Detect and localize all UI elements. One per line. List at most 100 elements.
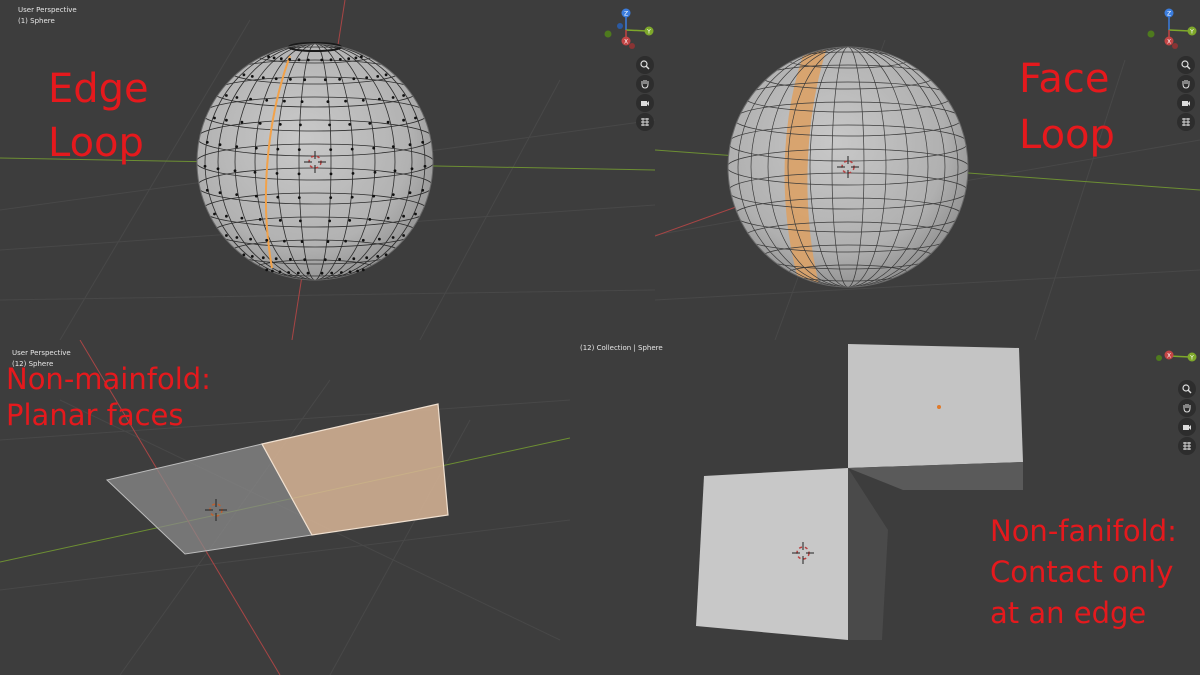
vertex-dot — [218, 191, 222, 195]
navigation-gizmo[interactable]: X Y — [1155, 342, 1199, 372]
vertex-dot — [368, 218, 372, 221]
vertex-dot — [250, 75, 254, 78]
vertex-dot — [276, 147, 280, 151]
hand-icon[interactable] — [1177, 75, 1195, 93]
annotation-line-1: Face — [1019, 56, 1110, 102]
view-mode-label: User Perspective — [12, 349, 71, 357]
vertex-dot — [233, 169, 237, 173]
vertex-dot — [410, 167, 414, 171]
vertex-dot — [344, 99, 347, 103]
vertex-dot — [338, 58, 342, 61]
vertex-dot — [402, 118, 405, 122]
vertex-dot — [242, 253, 246, 257]
vertex-dot — [297, 58, 301, 62]
vertex-dot — [356, 269, 359, 273]
viewport-scene[interactable] — [655, 0, 1200, 340]
vertex-dot — [278, 219, 282, 222]
vertex-dot — [240, 216, 244, 220]
vertex-dot — [408, 143, 412, 147]
camera-icon[interactable] — [1178, 418, 1196, 436]
vertex-dot — [323, 258, 327, 262]
hand-icon[interactable] — [1178, 399, 1196, 417]
vertex-dot — [378, 97, 381, 101]
vertex-dot — [391, 193, 395, 197]
navigation-gizmo[interactable]: Z Y X — [1145, 6, 1197, 50]
vertex-dot — [365, 76, 369, 80]
sphere-mesh — [727, 46, 969, 288]
vertex-dot — [344, 239, 347, 243]
viewport-scene[interactable] — [0, 0, 655, 340]
y-axis-label: Y — [1189, 355, 1194, 362]
vertex-dot — [272, 56, 276, 60]
annotation-line-1: Non-fanifold: — [990, 514, 1177, 548]
vertex-dot — [320, 58, 324, 62]
vertex-dot — [213, 212, 216, 216]
viewport-face-loop[interactable]: Face Loop Z Y X — [655, 0, 1200, 340]
vertex-dot — [297, 148, 301, 152]
vertex-dot — [278, 123, 282, 126]
vertex-dot — [350, 195, 354, 199]
annotation-line-1: Edge — [48, 66, 149, 112]
vertex-dot — [340, 271, 343, 274]
vertex-dot — [329, 148, 333, 152]
vertex-dot — [297, 196, 301, 200]
vertex-dot — [338, 77, 341, 81]
vertex-dot — [274, 257, 278, 261]
x-axis-label: X — [624, 39, 628, 46]
grid-icon[interactable] — [1177, 113, 1195, 131]
vertex-dot — [330, 271, 334, 275]
sphere-mesh — [196, 42, 434, 281]
annotation-line-2: Contact only — [990, 555, 1174, 589]
grid-icon[interactable] — [636, 113, 654, 131]
vertex-dot — [213, 116, 216, 120]
vertex-dot — [393, 169, 397, 173]
annotation-line-2: Planar faces — [6, 398, 184, 432]
vertex-dot — [300, 240, 304, 244]
vertex-dot — [347, 57, 351, 61]
vertex-dot — [287, 271, 290, 274]
collection-header-label: (12) Collection | Sphere — [580, 344, 663, 352]
vertex-dot — [288, 58, 292, 61]
vertex-dot — [225, 234, 228, 237]
vertex-dot — [218, 143, 222, 147]
viewport-nav-tools — [636, 56, 654, 132]
zoom-icon[interactable] — [1177, 56, 1195, 74]
camera-icon[interactable] — [1177, 94, 1195, 112]
navigation-gizmo[interactable]: Z Y X — [602, 6, 654, 50]
zoom-icon[interactable] — [636, 56, 654, 74]
viewport-planar-faces[interactable]: User Perspective (12) Sphere Non-mainfol… — [0, 340, 570, 675]
x-axis-label: X — [1167, 353, 1171, 360]
viewport-contact-edge[interactable]: (12) Collection | Sphere Non-fanifold: C… — [570, 340, 1200, 675]
vertex-dot — [242, 73, 246, 77]
vertex-dot — [297, 172, 301, 176]
vertex-dot — [299, 123, 302, 127]
hand-icon[interactable] — [636, 75, 654, 93]
zoom-icon[interactable] — [1178, 380, 1196, 398]
object-origin-icon — [937, 405, 941, 409]
vertex-dot — [323, 78, 327, 82]
vertex-dot — [421, 140, 425, 144]
viewport-nav-tools — [1177, 56, 1195, 132]
vertex-dot — [203, 164, 207, 168]
vertex-dot — [350, 147, 354, 151]
upper-cube — [848, 344, 1023, 490]
z-axis-label: Z — [1167, 11, 1171, 18]
vertex-dot — [348, 123, 352, 126]
vertex-dot — [225, 118, 228, 122]
vertex-dot — [328, 219, 331, 223]
grid-icon[interactable] — [1178, 437, 1196, 455]
vertex-dot — [376, 75, 380, 78]
viewport-edge-loop[interactable]: User Perspective (1) Sphere Edge Loop Z … — [0, 0, 655, 340]
vertex-dot — [352, 257, 356, 261]
vertex-dot — [326, 240, 330, 244]
annotation-line-1: Non-mainfold: — [6, 362, 211, 396]
viewport-nav-tools — [1178, 380, 1196, 456]
vertex-dot — [361, 238, 365, 242]
vertex-dot — [271, 269, 274, 273]
vertex-dot — [326, 100, 330, 103]
vertex-dot — [225, 94, 228, 97]
vertex-dot — [414, 212, 417, 216]
camera-icon[interactable] — [636, 94, 654, 112]
object-name-label: (1) Sphere — [18, 17, 55, 25]
vertex-dot — [235, 145, 239, 149]
